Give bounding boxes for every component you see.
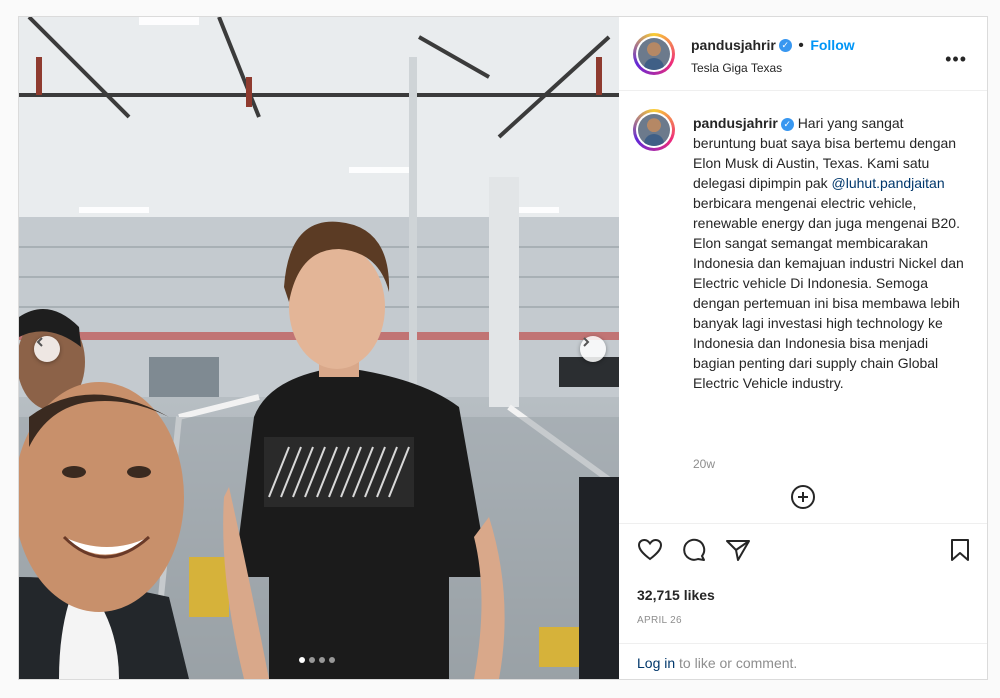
caption-area: pandusjahrir ✓ Hari yang sangat beruntung… bbox=[619, 91, 987, 521]
carousel-dot bbox=[319, 657, 325, 663]
caption-username[interactable]: pandusjahrir bbox=[693, 115, 778, 131]
caption-body-end: berbicara mengenai electric vehicle, ren… bbox=[693, 195, 964, 391]
author-username[interactable]: pandusjahrir bbox=[691, 37, 776, 53]
author-avatar[interactable] bbox=[633, 33, 675, 75]
more-options-icon[interactable]: ••• bbox=[945, 49, 967, 70]
verified-badge-icon: ✓ bbox=[780, 117, 794, 131]
carousel-dot bbox=[299, 657, 305, 663]
avatar-image bbox=[638, 114, 670, 146]
bookmark-icon[interactable] bbox=[949, 538, 971, 562]
post-photo[interactable] bbox=[19, 17, 619, 679]
carousel-dot bbox=[329, 657, 335, 663]
post-date: APRIL 26 bbox=[637, 615, 682, 626]
comment-icon[interactable] bbox=[681, 538, 707, 562]
post-location[interactable]: Tesla Giga Texas bbox=[691, 61, 782, 75]
share-icon[interactable] bbox=[725, 538, 751, 562]
action-bar bbox=[619, 523, 987, 572]
heart-icon[interactable] bbox=[637, 538, 663, 562]
carousel-prev-button[interactable] bbox=[34, 336, 60, 362]
likes-count[interactable]: 32,715 likes bbox=[637, 587, 715, 603]
author-line: pandusjahrir ✓ • Follow bbox=[691, 37, 855, 54]
verified-badge-icon: ✓ bbox=[778, 39, 792, 53]
caption-avatar[interactable] bbox=[633, 109, 675, 151]
post-side-panel: pandusjahrir ✓ • Follow Tesla Giga Texas … bbox=[619, 17, 987, 679]
post-header: pandusjahrir ✓ • Follow Tesla Giga Texas … bbox=[619, 17, 987, 91]
carousel-next-button[interactable] bbox=[580, 336, 606, 362]
carousel-dot bbox=[309, 657, 315, 663]
chevron-left-icon bbox=[36, 337, 43, 347]
plus-icon bbox=[798, 492, 808, 502]
login-prompt: Log in to like or comment. bbox=[619, 643, 987, 679]
carousel-indicator bbox=[299, 657, 335, 663]
login-link[interactable]: Log in bbox=[637, 655, 675, 671]
login-prompt-text: to like or comment. bbox=[675, 655, 798, 671]
caption-time: 20w bbox=[693, 457, 716, 471]
chevron-right-icon bbox=[583, 337, 590, 347]
load-more-comments-button[interactable] bbox=[791, 485, 815, 509]
photo-illustration bbox=[19, 17, 619, 679]
caption-text: pandusjahrir ✓ Hari yang sangat beruntung… bbox=[693, 113, 965, 393]
avatar-image bbox=[638, 38, 670, 70]
follow-button[interactable]: Follow bbox=[810, 37, 854, 53]
instagram-post: pandusjahrir ✓ • Follow Tesla Giga Texas … bbox=[18, 16, 988, 680]
caption-mention-link[interactable]: @luhut.pandjaitan bbox=[832, 175, 945, 191]
